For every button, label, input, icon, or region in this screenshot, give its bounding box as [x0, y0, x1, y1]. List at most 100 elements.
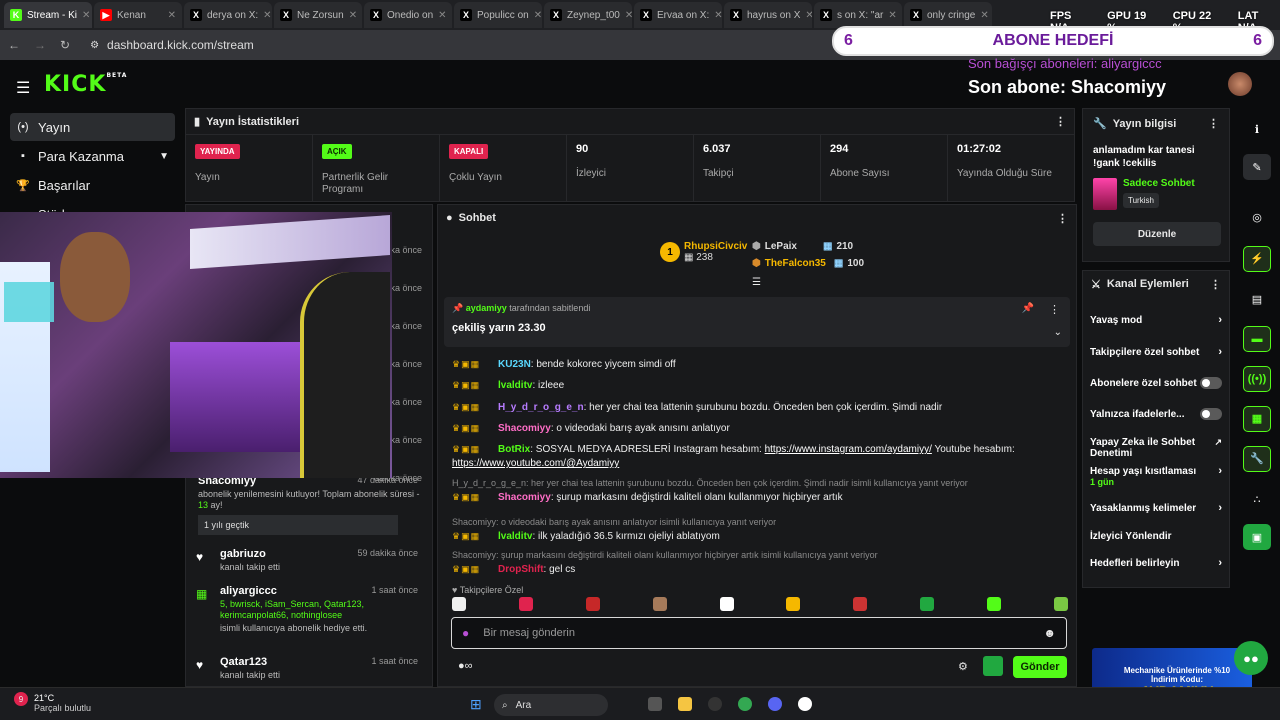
emote-icon[interactable] — [585, 597, 600, 611]
category-thumbnail[interactable] — [1093, 178, 1117, 210]
close-icon[interactable]: ✕ — [438, 10, 446, 21]
browser-tab[interactable]: X Onedio on ✕ — [364, 2, 452, 28]
forward-icon[interactable]: → — [34, 38, 46, 52]
emote-icon[interactable] — [719, 597, 734, 611]
channel-action-item[interactable]: Yavaş mod › — [1090, 315, 1222, 327]
chat-username[interactable]: Shacomiyy — [498, 423, 551, 434]
send-button[interactable]: Gönder — [1013, 656, 1067, 678]
site-info-icon[interactable]: ⚙ — [90, 40, 99, 51]
chat-username[interactable]: Shacomiyy — [498, 492, 551, 503]
mic-icon[interactable]: ● — [462, 626, 469, 640]
chat-username[interactable]: lvalditv — [498, 380, 532, 391]
chat-input-placeholder[interactable]: Bir mesaj gönderin — [483, 627, 1029, 639]
wrench-icon[interactable]: 🔧 — [1243, 446, 1271, 472]
emote-icon[interactable] — [652, 597, 667, 611]
taskbar-search[interactable]: ⌕ Ara — [494, 694, 608, 716]
emote-icon[interactable] — [853, 597, 868, 611]
kick-logo[interactable]: KICKBETA — [44, 72, 127, 97]
notification-badge[interactable]: 9 — [14, 692, 28, 706]
emoji-icon[interactable]: ☻ — [1043, 626, 1056, 640]
browser-tab[interactable]: X Populicc on ✕ — [454, 2, 542, 28]
discord-icon[interactable] — [768, 697, 782, 711]
back-icon[interactable]: ← — [8, 38, 20, 52]
bot-circle-icon[interactable]: ●● — [1234, 641, 1268, 675]
sidebar-item-basarilar[interactable]: 🏆 Başarılar — [10, 171, 175, 199]
file-explorer-icon[interactable] — [678, 697, 692, 711]
expand-icon[interactable]: ☰ — [752, 277, 761, 288]
menu-icon[interactable]: ☰ — [16, 78, 30, 98]
browser-tab[interactable]: ▶ Kenan ✕ — [94, 2, 182, 28]
sidebar-item-yayin[interactable]: (•) Yayın — [10, 113, 175, 141]
close-icon[interactable]: ✕ — [534, 10, 542, 21]
channel-action-item[interactable]: Yalnızca ifadelerle... — [1090, 408, 1222, 420]
top-gifter-3[interactable]: ⬢ TheFalcon35 ▦ 100 — [752, 258, 864, 269]
browser-tab[interactable]: Xderya on X: ✕ — [184, 2, 272, 28]
settings-icon[interactable]: ⚙ — [958, 660, 968, 673]
chat-username[interactable]: KU23N — [498, 359, 531, 370]
browser-tab[interactable]: X Zeynep_t00 ✕ — [544, 2, 632, 28]
browser-tab[interactable]: X Ervaa on X: ✕ — [634, 2, 722, 28]
url-field[interactable]: ⚙ dashboard.kick.com/stream — [90, 38, 254, 52]
reply-context[interactable]: H_y_d_r_o_g_e_n: her yer chai tea latten… — [452, 476, 1064, 490]
browser-tab[interactable]: K Stream - Ki ✕ — [4, 2, 92, 28]
more-icon[interactable]: ⋮ — [1049, 303, 1060, 316]
emote-icon[interactable] — [987, 597, 1001, 611]
more-icon[interactable]: ⋮ — [1208, 117, 1219, 130]
chat-username[interactable]: BotRix — [498, 444, 530, 455]
chrome-icon[interactable] — [738, 697, 752, 711]
document-icon[interactable]: ▤ — [1243, 286, 1271, 312]
category-name[interactable]: Sadece Sohbet — [1123, 178, 1195, 189]
user-avatar[interactable] — [1228, 72, 1252, 96]
bot-icon[interactable] — [983, 656, 1003, 676]
browser-tab[interactable]: Xonly cringe ✕ — [904, 2, 992, 28]
app-icon[interactable] — [798, 697, 812, 711]
reply-context[interactable]: Shacomiyy: o videodaki barış ayak anısın… — [452, 515, 1064, 529]
chat-input[interactable]: ● Bir mesaj gönderin ☻ — [451, 617, 1067, 649]
chat-bubble-icon[interactable]: ▬ — [1243, 326, 1271, 352]
emote-icon[interactable] — [786, 597, 801, 611]
sidebar-item-para-kazanma[interactable]: ▪ Para Kazanma ▼ — [10, 142, 175, 170]
toggle-switch[interactable] — [1200, 408, 1222, 420]
emote-icon[interactable] — [452, 597, 466, 611]
close-icon[interactable]: ✕ — [168, 10, 176, 21]
weather-widget[interactable]: 21°C Parçalı bulutlu — [34, 693, 91, 713]
channel-action-item[interactable]: Yapay Zeka ile Sohbet Denetimi ↗ — [1090, 437, 1222, 459]
close-icon[interactable]: ✕ — [82, 10, 90, 21]
reply-context[interactable]: Shacomiyy: şurup markasını değiştirdi ka… — [452, 548, 1064, 562]
chat-username[interactable]: H_y_d_r_o_g_e_n — [498, 402, 584, 413]
broadcast-icon[interactable]: ((•)) — [1243, 366, 1271, 392]
close-icon[interactable]: ✕ — [980, 10, 988, 21]
extensions-icon[interactable]: ●∞ — [458, 660, 473, 672]
pin-icon[interactable]: 📌 — [1022, 303, 1034, 314]
chat-link[interactable]: https://www.instagram.com/aydamiyy/ — [765, 444, 932, 455]
top-gifter-2[interactable]: ⬢ LePaix ▦ 210 — [752, 241, 853, 252]
channel-action-item[interactable]: Hesap yaşı kısıtlaması 1 gün › — [1090, 466, 1222, 488]
channel-action-item[interactable]: Hedefleri belirleyin › — [1090, 558, 1222, 570]
channel-action-item[interactable]: Takipçilere özel sohbet › — [1090, 347, 1222, 359]
channel-action-item[interactable]: İzleyici Yönlendir — [1090, 531, 1222, 542]
more-icon[interactable]: ⋮ — [1057, 212, 1068, 225]
chat-username[interactable]: DropShift — [498, 564, 544, 575]
bolt-icon[interactable]: ⚡ — [1243, 246, 1271, 272]
channel-action-item[interactable]: Yasaklanmış kelimeler › — [1090, 503, 1222, 515]
more-icon[interactable]: ⋮ — [1055, 115, 1066, 128]
browser-tab[interactable]: X Ne Zorsun ✕ — [274, 2, 362, 28]
emote-icon[interactable] — [920, 597, 935, 611]
info-icon[interactable]: ℹ — [1243, 116, 1271, 142]
close-icon[interactable]: ✕ — [625, 10, 632, 21]
emote-icon[interactable] — [1053, 597, 1068, 611]
camera-icon[interactable]: ◎ — [1243, 204, 1271, 230]
close-icon[interactable]: ✕ — [714, 10, 722, 21]
taskview-icon[interactable] — [648, 697, 662, 711]
toggle-switch[interactable] — [1200, 377, 1222, 389]
more-icon[interactable]: ⋮ — [1210, 278, 1221, 291]
reload-icon[interactable]: ↻ — [60, 38, 70, 52]
browser-tab[interactable]: Xs on X: "ar ✕ — [814, 2, 902, 28]
close-icon[interactable]: ✕ — [263, 10, 271, 21]
share-icon[interactable]: ∴ — [1243, 486, 1271, 512]
layout-icon[interactable]: ▦ — [1243, 406, 1271, 432]
channel-action-item[interactable]: Abonelere özel sohbet — [1090, 377, 1222, 389]
edit-button[interactable]: Düzenle — [1093, 222, 1221, 246]
windows-start-icon[interactable]: ⊞ — [470, 696, 482, 713]
chat-username[interactable]: lvalditv — [498, 531, 532, 542]
